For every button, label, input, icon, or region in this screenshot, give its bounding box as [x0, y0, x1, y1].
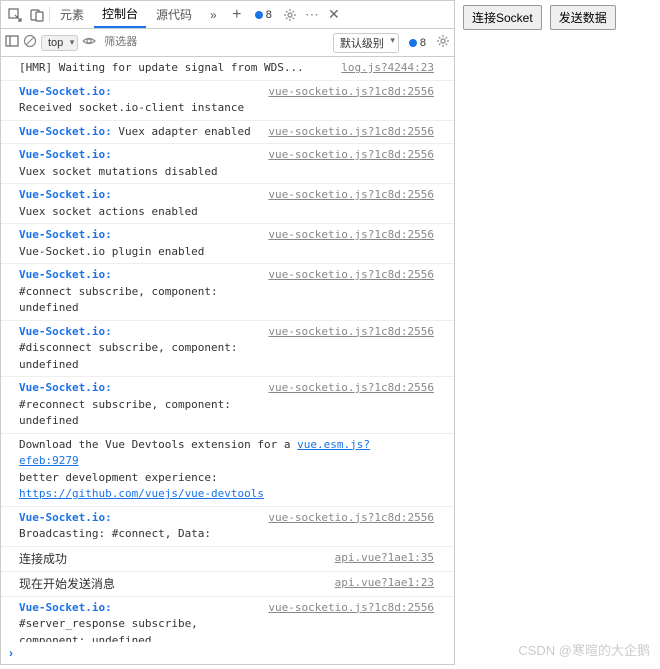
context-selector[interactable]: top [41, 35, 78, 51]
source-link[interactable]: vue-socketio.js?1c8d:2556 [268, 511, 434, 524]
log-row: Vue-Socket.io:Vuex socket actions enable… [1, 184, 454, 224]
source-link[interactable]: api.vue?1ae1:35 [335, 551, 434, 564]
devtools-link[interactable]: https://github.com/vuejs/vue-devtools [19, 487, 264, 500]
log-row: Vue-Socket.io:#disconnect subscribe, com… [1, 321, 454, 378]
close-icon[interactable]: ✕ [324, 5, 344, 25]
source-link[interactable]: vue-socketio.js?1c8d:2556 [268, 228, 434, 241]
console-prompt[interactable]: › [1, 642, 454, 664]
separator [49, 7, 50, 23]
tab-sources[interactable]: 源代码 [148, 2, 200, 27]
plus-icon[interactable]: + [227, 5, 247, 25]
issue-badge[interactable]: 8 [249, 8, 278, 22]
log-row: Vue-Socket.io: Vuex adapter enabledvue-s… [1, 121, 454, 145]
devtools-tabbar: 元素 控制台 源代码 » + 8 ⋯ ✕ [1, 1, 454, 29]
source-link[interactable]: vue-socketio.js?1c8d:2556 [268, 601, 434, 614]
source-link[interactable]: vue-socketio.js?1c8d:2556 [268, 148, 434, 161]
clear-icon[interactable] [23, 34, 37, 51]
source-link[interactable]: vue-socketio.js?1c8d:2556 [268, 268, 434, 281]
badge-count: 8 [266, 9, 272, 21]
tab-more[interactable]: » [202, 4, 225, 26]
tab-console[interactable]: 控制台 [94, 1, 146, 28]
source-link[interactable]: log.js?4244:23 [341, 61, 434, 74]
gear-icon[interactable] [280, 5, 300, 25]
log-row: Vue-Socket.io:Broadcasting: #connect, Da… [1, 507, 454, 547]
watermark: CSDN @寒暄的大企鹅 [518, 640, 650, 659]
source-link[interactable]: vue-socketio.js?1c8d:2556 [268, 85, 434, 98]
source-link[interactable]: vue-socketio.js?1c8d:2556 [268, 381, 434, 394]
log-row: Vue-Socket.io:Vue-Socket.io plugin enabl… [1, 224, 454, 264]
filter-input[interactable] [100, 34, 190, 51]
log-row: Download the Vue Devtools extension for … [1, 434, 454, 507]
console-toolbar: top 默认级别 8 [1, 29, 454, 57]
log-row: Vue-Socket.io:Vuex socket mutations disa… [1, 144, 454, 184]
log-row: 现在开始发送消息api.vue?1ae1:23 [1, 572, 454, 597]
kebab-icon[interactable]: ⋯ [302, 5, 322, 25]
log-row: 连接成功api.vue?1ae1:35 [1, 547, 454, 572]
log-row: Vue-Socket.io:#reconnect subscribe, comp… [1, 377, 454, 434]
log-row: Vue-Socket.io:Received socket.io-client … [1, 81, 454, 121]
inspect-icon[interactable] [5, 5, 25, 25]
sidebar-toggle-icon[interactable] [5, 34, 19, 51]
tab-elements[interactable]: 元素 [52, 2, 92, 27]
send-data-button[interactable]: 发送数据 [550, 5, 616, 30]
connect-socket-button[interactable]: 连接Socket [463, 5, 542, 30]
toolbar-badge[interactable]: 8 [403, 36, 432, 50]
source-link[interactable]: vue-socketio.js?1c8d:2556 [268, 325, 434, 338]
device-icon[interactable] [27, 5, 47, 25]
eye-icon[interactable] [82, 34, 96, 51]
page-controls: 连接Socket 发送数据 [455, 0, 624, 665]
level-select[interactable]: 默认级别 [333, 33, 399, 53]
badge-count: 8 [420, 37, 426, 49]
source-link[interactable]: vue-socketio.js?1c8d:2556 [268, 125, 434, 138]
gear-icon[interactable] [436, 34, 450, 51]
devtools-panel: 元素 控制台 源代码 » + 8 ⋯ ✕ top 默认级别 8 [HMR] Wa… [0, 0, 455, 665]
source-link[interactable]: vue-socketio.js?1c8d:2556 [268, 188, 434, 201]
source-link[interactable]: api.vue?1ae1:23 [335, 576, 434, 589]
log-row: Vue-Socket.io:#server_response subscribe… [1, 597, 454, 643]
source-link[interactable]: vue.esm.js?efeb:9279 [19, 438, 370, 468]
log-row: Vue-Socket.io:#connect subscribe, compon… [1, 264, 454, 321]
log-row: [HMR] Waiting for update signal from WDS… [1, 57, 454, 81]
console-output[interactable]: [HMR] Waiting for update signal from WDS… [1, 57, 454, 642]
